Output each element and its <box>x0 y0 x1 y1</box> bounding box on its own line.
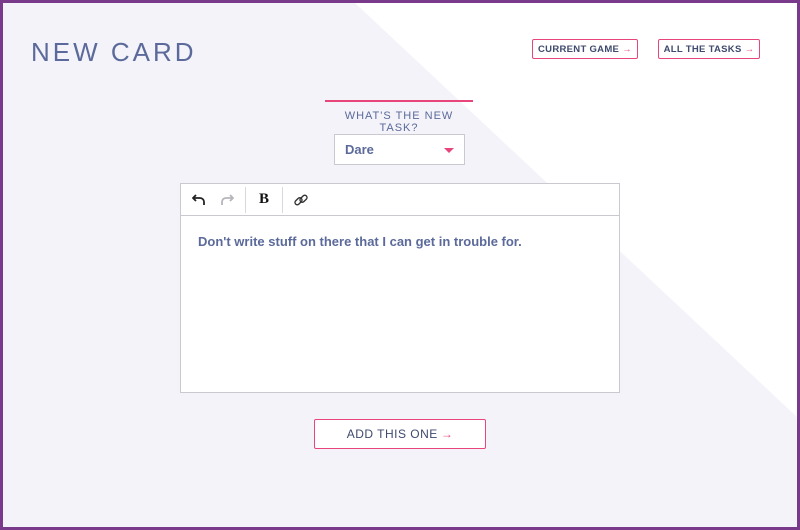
redo-icon <box>221 193 234 205</box>
prompt-divider <box>325 100 473 102</box>
page-title: NEW CARD <box>31 37 197 67</box>
add-card-button[interactable]: ADD THIS ONE → <box>314 419 486 449</box>
bold-icon: B <box>258 191 269 207</box>
toolbar-divider <box>245 186 246 213</box>
undo-button[interactable] <box>185 186 213 214</box>
arrow-right-icon: → <box>622 43 632 55</box>
bold-button[interactable]: B <box>250 186 278 214</box>
task-type-select[interactable]: Dare <box>334 134 465 165</box>
app-frame: NEW CARD CURRENT GAME → ALL THE TASKS → … <box>3 3 797 527</box>
chevron-down-icon <box>444 148 454 153</box>
task-type-value: Dare <box>345 142 374 157</box>
all-tasks-label: ALL THE TASKS <box>663 43 742 55</box>
undo-icon <box>192 193 205 205</box>
arrow-right-icon: → <box>744 43 755 55</box>
redo-button[interactable] <box>213 186 241 214</box>
all-tasks-button[interactable]: ALL THE TASKS → <box>658 39 760 59</box>
task-prompt-label: WHAT'S THE NEW TASK? <box>344 110 454 134</box>
toolbar-divider <box>282 186 283 213</box>
add-card-label: ADD THIS ONE <box>346 427 438 441</box>
arrow-right-icon: → <box>440 427 454 441</box>
rich-text-editor[interactable]: B Don't write stuff on there that I can … <box>180 183 620 393</box>
current-game-button[interactable]: CURRENT GAME → <box>532 39 638 59</box>
link-button[interactable] <box>287 186 315 214</box>
current-game-label: CURRENT GAME <box>538 43 620 55</box>
link-icon <box>294 194 308 205</box>
editor-content[interactable]: Don't write stuff on there that I can ge… <box>181 216 619 267</box>
editor-toolbar: B <box>181 184 619 216</box>
